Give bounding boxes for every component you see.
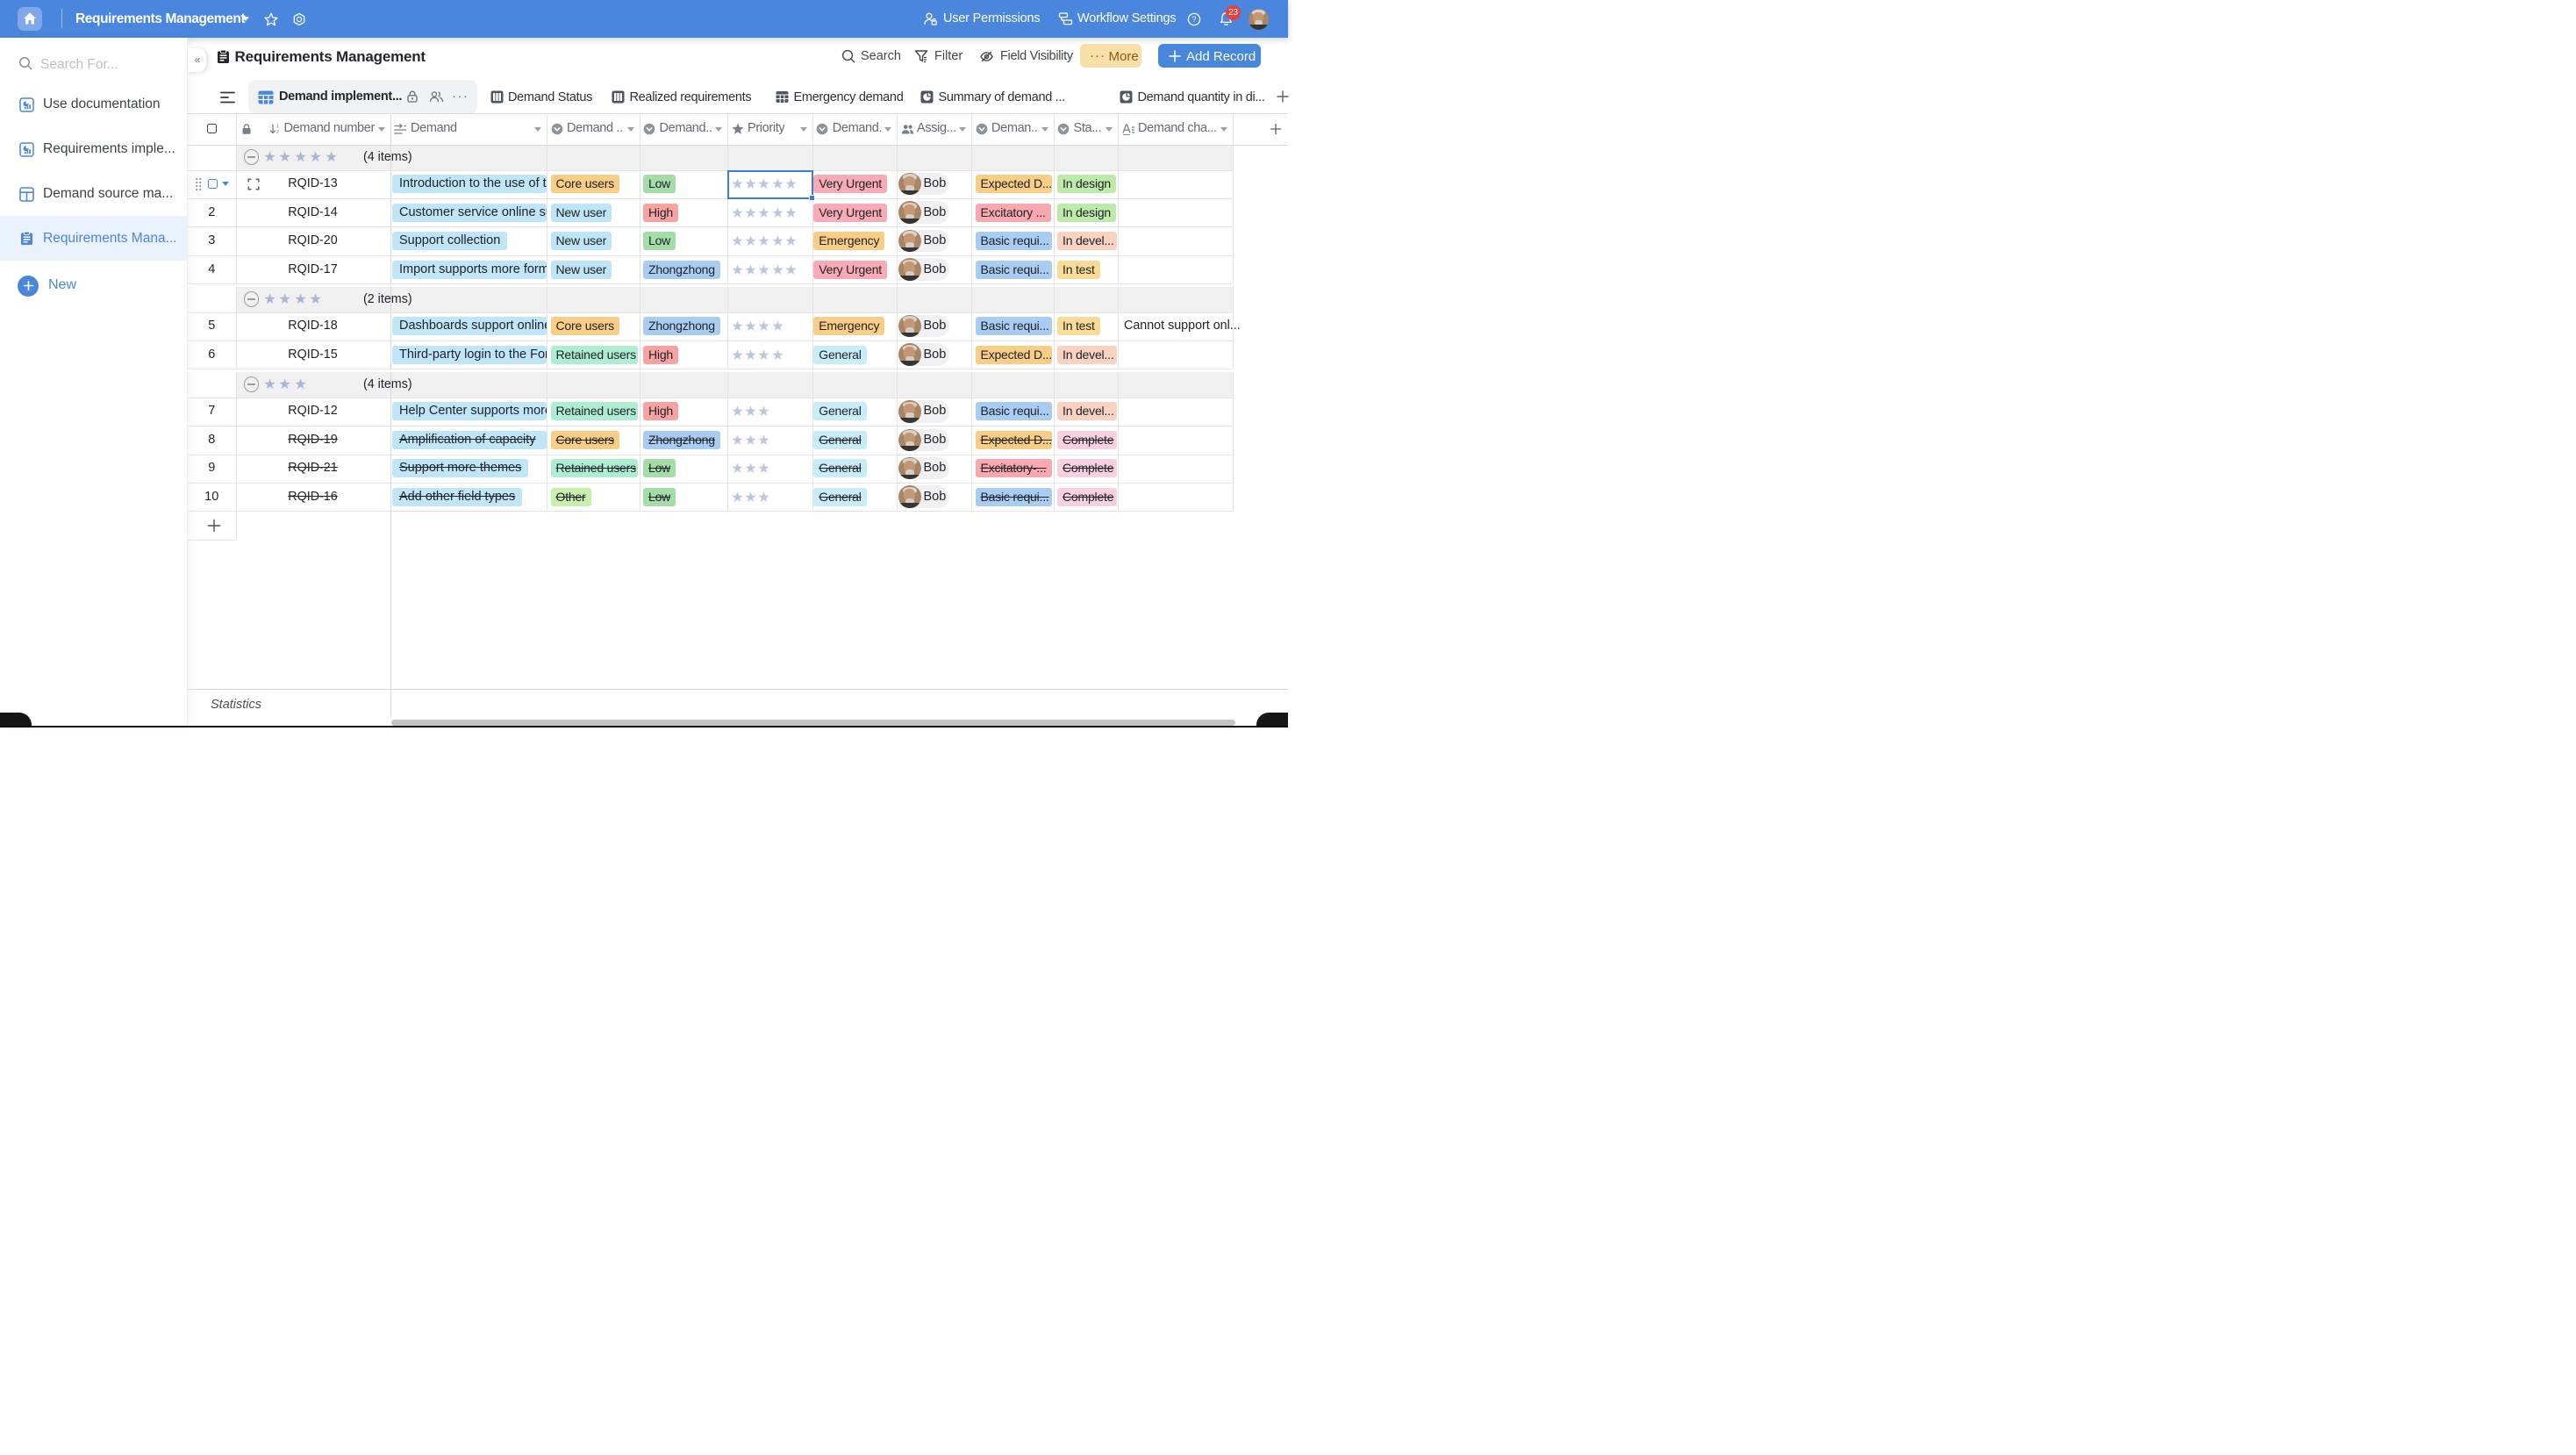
svg-text:2: 2 xyxy=(276,130,279,135)
svg-text:1: 1 xyxy=(276,124,279,129)
svg-text:?: ? xyxy=(1191,15,1196,24)
